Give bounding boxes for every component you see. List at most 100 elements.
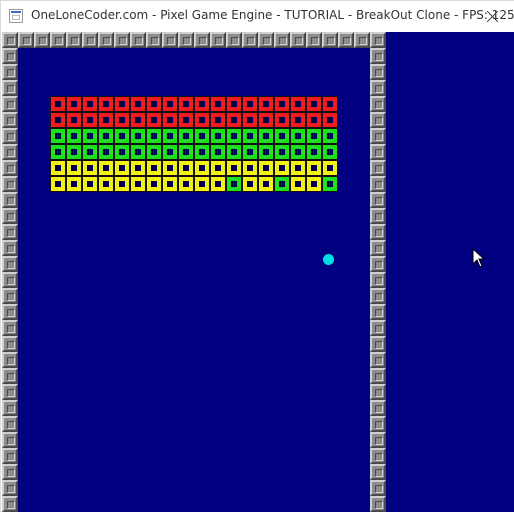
brick-green: [146, 144, 162, 160]
wall-tile: [242, 32, 258, 48]
brick-green: [274, 128, 290, 144]
wall-tile: [130, 32, 146, 48]
wall-tile: [178, 32, 194, 48]
brick-red: [306, 112, 322, 128]
brick-red: [290, 112, 306, 128]
brick-red: [242, 112, 258, 128]
wall-tile: [226, 32, 242, 48]
brick-green: [322, 144, 338, 160]
brick-yellow: [130, 176, 146, 192]
brick-green: [50, 128, 66, 144]
wall-tile: [2, 128, 18, 144]
brick-yellow: [306, 176, 322, 192]
brick-yellow: [66, 160, 82, 176]
brick-red: [258, 112, 274, 128]
brick-red: [98, 96, 114, 112]
close-button[interactable]: [469, 1, 514, 32]
brick-yellow: [322, 160, 338, 176]
wall-tile: [370, 432, 386, 448]
brick-green: [130, 128, 146, 144]
brick-green: [210, 128, 226, 144]
wall-tile: [2, 144, 18, 160]
wall-tile: [2, 416, 18, 432]
window-title: OneLoneCoder.com - Pixel Game Engine - T…: [31, 8, 514, 22]
mouse-cursor-icon: [472, 248, 486, 268]
brick-yellow: [50, 160, 66, 176]
brick-yellow: [242, 160, 258, 176]
brick-green: [306, 128, 322, 144]
brick-red: [82, 96, 98, 112]
wall-tile: [18, 32, 34, 48]
wall-tile: [114, 32, 130, 48]
brick-red: [146, 96, 162, 112]
brick-green: [194, 144, 210, 160]
brick-yellow: [98, 160, 114, 176]
wall-tile: [2, 240, 18, 256]
brick-red: [290, 96, 306, 112]
brick-yellow: [130, 160, 146, 176]
wall-tile: [370, 96, 386, 112]
brick-red: [210, 96, 226, 112]
brick-yellow: [146, 176, 162, 192]
brick-red: [322, 96, 338, 112]
wall-tile: [370, 480, 386, 496]
wall-tile: [370, 224, 386, 240]
wall-tile: [146, 32, 162, 48]
brick-green: [290, 144, 306, 160]
brick-green: [114, 128, 130, 144]
wall-tile: [2, 96, 18, 112]
wall-tile: [2, 64, 18, 80]
brick-red: [242, 96, 258, 112]
brick-red: [306, 96, 322, 112]
wall-tile: [2, 464, 18, 480]
brick-yellow: [306, 160, 322, 176]
wall-tile: [2, 304, 18, 320]
wall-tile: [2, 48, 18, 64]
brick-green: [178, 144, 194, 160]
wall-tile: [2, 384, 18, 400]
brick-green: [242, 128, 258, 144]
brick-green: [274, 176, 290, 192]
wall-tile: [370, 336, 386, 352]
brick-green: [82, 128, 98, 144]
game-window: OneLoneCoder.com - Pixel Game Engine - T…: [0, 0, 514, 512]
wall-tile: [66, 32, 82, 48]
wall-tile: [370, 48, 386, 64]
app-window-icon: [9, 9, 23, 23]
brick-yellow: [194, 176, 210, 192]
brick-yellow: [210, 176, 226, 192]
brick-grid: [50, 96, 338, 192]
wall-tile: [370, 80, 386, 96]
game-canvas[interactable]: [2, 32, 514, 512]
wall-tile: [98, 32, 114, 48]
wall-tile: [370, 384, 386, 400]
brick-green: [210, 144, 226, 160]
wall-tile: [370, 496, 386, 512]
wall-tile: [210, 32, 226, 48]
brick-yellow: [146, 160, 162, 176]
wall-tile: [2, 224, 18, 240]
title-bar[interactable]: OneLoneCoder.com - Pixel Game Engine - T…: [1, 1, 514, 32]
brick-red: [82, 112, 98, 128]
wall-tile: [194, 32, 210, 48]
brick-red: [226, 96, 242, 112]
brick-green: [66, 128, 82, 144]
brick-green: [98, 144, 114, 160]
wall-tile: [370, 128, 386, 144]
brick-red: [50, 112, 66, 128]
wall-tile: [370, 304, 386, 320]
wall-tile: [354, 32, 370, 48]
wall-tile: [2, 32, 18, 48]
brick-red: [162, 112, 178, 128]
wall-tile: [2, 432, 18, 448]
brick-yellow: [114, 160, 130, 176]
wall-tile: [2, 368, 18, 384]
wall-tile: [370, 256, 386, 272]
brick-yellow: [258, 176, 274, 192]
brick-red: [114, 96, 130, 112]
brick-yellow: [50, 176, 66, 192]
brick-green: [162, 128, 178, 144]
brick-yellow: [258, 160, 274, 176]
brick-green: [226, 128, 242, 144]
brick-green: [130, 144, 146, 160]
